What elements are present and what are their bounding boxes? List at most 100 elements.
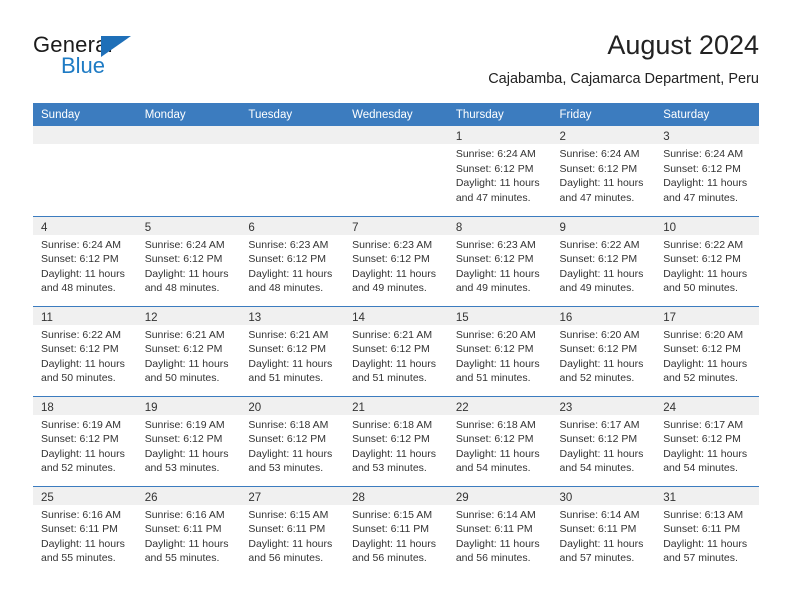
daylight-text-line2: and 55 minutes. bbox=[144, 552, 220, 564]
daylight-text-line1: Daylight: 11 hours bbox=[455, 357, 540, 370]
sunrise-text: Sunrise: 6:20 AM bbox=[559, 328, 640, 341]
daylight-text-line1: Daylight: 11 hours bbox=[248, 267, 333, 280]
daylight-text-line1: Daylight: 11 hours bbox=[559, 177, 644, 189]
daylight-text-line2: and 49 minutes. bbox=[559, 282, 635, 294]
day-cell[interactable]: 21 Sunrise: 6:18 AM Sunset: 6:12 PM Dayligh… bbox=[344, 395, 448, 486]
day-cell[interactable]: 18 Sunrise: 6:19 AM Sunset: 6:12 PM Dayligh… bbox=[33, 395, 137, 486]
calendar-week-row: 11 Sunrise: 6:22 AM Sunset: 6:12 PM Dayligh… bbox=[33, 305, 759, 396]
general-blue-logo[interactable]: General Blue bbox=[33, 32, 213, 88]
day-cell[interactable]: 15 Sunrise: 6:20 AM Sunset: 6:12 PM Dayligh… bbox=[447, 305, 552, 396]
sunrise-text: Sunrise: 6:17 AM bbox=[663, 418, 744, 431]
calendar-page: General Blue August 2024 Cajabamba, Caja… bbox=[0, 0, 792, 612]
sunset-text: Sunset: 6:12 PM bbox=[352, 253, 430, 265]
day-number: 5 bbox=[144, 221, 152, 234]
daylight-text-line1: Daylight: 11 hours bbox=[663, 267, 748, 280]
day-cell[interactable] bbox=[344, 126, 448, 216]
sunset-text: Sunset: 6:12 PM bbox=[248, 253, 327, 265]
day-cell[interactable]: 17 Sunrise: 6:20 AM Sunset: 6:12 PM Dayligh… bbox=[655, 305, 759, 396]
sunset-text: Sunset: 6:12 PM bbox=[144, 253, 223, 265]
daylight-text-line2: and 53 minutes. bbox=[144, 462, 220, 474]
daylight-text-line1: Daylight: 11 hours bbox=[248, 447, 333, 460]
day-number: 29 bbox=[455, 491, 469, 504]
blue-triangle-icon bbox=[101, 36, 131, 57]
day-number: 28 bbox=[352, 491, 365, 504]
day-cell[interactable]: 16 Sunrise: 6:20 AM Sunset: 6:12 PM Dayligh… bbox=[551, 305, 656, 396]
day-cell[interactable] bbox=[136, 126, 241, 216]
sunrise-text: Sunrise: 6:20 AM bbox=[663, 328, 744, 341]
day-cell[interactable]: 12 Sunrise: 6:21 AM Sunset: 6:12 PM Dayligh… bbox=[136, 305, 241, 396]
day-cell[interactable] bbox=[240, 126, 345, 216]
daylight-text-line1: Daylight: 11 hours bbox=[455, 537, 540, 550]
sunset-text: Sunset: 6:12 PM bbox=[559, 433, 638, 445]
day-cell[interactable]: 14 Sunrise: 6:21 AM Sunset: 6:12 PM Dayligh… bbox=[344, 305, 448, 396]
sunrise-text: Sunrise: 6:24 AM bbox=[663, 148, 744, 160]
sunrise-text: Sunrise: 6:19 AM bbox=[144, 418, 225, 431]
daylight-text-line2: and 57 minutes. bbox=[663, 552, 738, 564]
day-cell[interactable]: 13 Sunrise: 6:21 AM Sunset: 6:12 PM Dayligh… bbox=[240, 305, 345, 396]
weekday-header-tuesday: Tuesday bbox=[240, 103, 345, 126]
daylight-text-line1: Daylight: 11 hours bbox=[663, 537, 748, 550]
sunset-text: Sunset: 6:12 PM bbox=[41, 253, 119, 265]
day-cell[interactable]: 31 Sunrise: 6:13 AM Sunset: 6:11 PM Dayligh… bbox=[655, 485, 759, 576]
day-cell[interactable]: 1 Sunrise: 6:24 AM Sunset: 6:12 PM Daylight… bbox=[447, 126, 552, 216]
day-number: 31 bbox=[663, 491, 677, 504]
day-number: 17 bbox=[663, 311, 677, 324]
daylight-text-line1: Daylight: 11 hours bbox=[455, 177, 540, 189]
day-cell[interactable]: 8 Sunrise: 6:23 AM Sunset: 6:12 PM Daylight… bbox=[447, 215, 552, 306]
day-cell[interactable]: 30 Sunrise: 6:14 AM Sunset: 6:11 PM Dayligh… bbox=[551, 485, 656, 576]
daylight-text-line1: Daylight: 11 hours bbox=[559, 357, 644, 370]
day-cell[interactable]: 23 Sunrise: 6:17 AM Sunset: 6:12 PM Dayligh… bbox=[551, 395, 656, 486]
day-cell[interactable]: 22 Sunrise: 6:18 AM Sunset: 6:12 PM Dayligh… bbox=[447, 395, 552, 486]
day-cell[interactable]: 10 Sunrise: 6:22 AM Sunset: 6:12 PM Dayligh… bbox=[655, 215, 759, 306]
logo-text-blue: Blue bbox=[61, 53, 106, 78]
daylight-text-line1: Daylight: 11 hours bbox=[663, 447, 748, 460]
day-number: 22 bbox=[455, 401, 469, 414]
sunrise-text: Sunrise: 6:24 AM bbox=[144, 238, 225, 251]
sunset-text: Sunset: 6:12 PM bbox=[455, 253, 534, 265]
day-cell[interactable]: 9 Sunrise: 6:22 AM Sunset: 6:12 PM Daylight… bbox=[551, 215, 656, 306]
daylight-text-line1: Daylight: 11 hours bbox=[352, 267, 436, 280]
day-cell[interactable]: 2 Sunrise: 6:24 AM Sunset: 6:12 PM Daylight… bbox=[551, 126, 656, 216]
day-number: 6 bbox=[248, 221, 255, 234]
calendar-week-row: 25 Sunrise: 6:16 AM Sunset: 6:11 PM Dayligh… bbox=[33, 485, 759, 576]
sunset-text: Sunset: 6:12 PM bbox=[144, 343, 223, 355]
sunset-text: Sunset: 6:12 PM bbox=[455, 433, 534, 445]
day-number: 20 bbox=[248, 401, 262, 414]
sunset-text: Sunset: 6:11 PM bbox=[455, 523, 533, 535]
daylight-text-line2: and 55 minutes. bbox=[41, 552, 116, 564]
day-cell[interactable]: 27 Sunrise: 6:15 AM Sunset: 6:11 PM Dayligh… bbox=[240, 485, 345, 576]
sunset-text: Sunset: 6:11 PM bbox=[248, 523, 326, 535]
day-cell[interactable]: 6 Sunrise: 6:23 AM Sunset: 6:12 PM Daylight… bbox=[240, 215, 345, 306]
calendar-week-row: 4 Sunrise: 6:24 AM Sunset: 6:12 PM Daylight… bbox=[33, 215, 759, 306]
day-number: 19 bbox=[144, 401, 158, 414]
daylight-text-line2: and 48 minutes. bbox=[144, 282, 220, 294]
day-cell[interactable]: 3 Sunrise: 6:24 AM Sunset: 6:12 PM Daylight… bbox=[655, 126, 759, 216]
daylight-text-line1: Daylight: 11 hours bbox=[41, 357, 125, 370]
weekday-header-wednesday: Wednesday bbox=[344, 103, 448, 126]
day-cell[interactable]: 28 Sunrise: 6:15 AM Sunset: 6:11 PM Dayligh… bbox=[344, 485, 448, 576]
day-cell[interactable]: 29 Sunrise: 6:14 AM Sunset: 6:11 PM Dayligh… bbox=[447, 485, 552, 576]
day-cell[interactable]: 20 Sunrise: 6:18 AM Sunset: 6:12 PM Dayligh… bbox=[240, 395, 345, 486]
daylight-text-line1: Daylight: 11 hours bbox=[352, 357, 436, 370]
day-cell[interactable] bbox=[33, 126, 137, 216]
day-cell[interactable]: 19 Sunrise: 6:19 AM Sunset: 6:12 PM Dayligh… bbox=[136, 395, 241, 486]
day-cell[interactable]: 24 Sunrise: 6:17 AM Sunset: 6:12 PM Dayligh… bbox=[655, 395, 759, 486]
day-cell[interactable]: 5 Sunrise: 6:24 AM Sunset: 6:12 PM Daylight… bbox=[136, 215, 241, 306]
sunrise-text: Sunrise: 6:18 AM bbox=[248, 418, 329, 431]
day-number: 12 bbox=[144, 311, 158, 324]
sunrise-text: Sunrise: 6:24 AM bbox=[455, 148, 536, 160]
sunset-text: Sunset: 6:12 PM bbox=[352, 343, 430, 355]
daylight-text-line2: and 56 minutes. bbox=[352, 552, 427, 564]
daylight-text-line2: and 51 minutes. bbox=[248, 372, 324, 384]
day-number: 14 bbox=[352, 311, 365, 324]
day-cell[interactable]: 7 Sunrise: 6:23 AM Sunset: 6:12 PM Daylight… bbox=[344, 215, 448, 306]
day-cell[interactable]: 11 Sunrise: 6:22 AM Sunset: 6:12 PM Dayligh… bbox=[33, 305, 137, 396]
day-number: 18 bbox=[41, 401, 54, 414]
day-cell[interactable]: 26 Sunrise: 6:16 AM Sunset: 6:11 PM Dayligh… bbox=[136, 485, 241, 576]
day-cell[interactable]: 4 Sunrise: 6:24 AM Sunset: 6:12 PM Daylight… bbox=[33, 215, 137, 306]
sunset-text: Sunset: 6:12 PM bbox=[455, 343, 534, 355]
calendar-header-row: Sunday Monday Tuesday Wednesday Thursday… bbox=[33, 103, 759, 126]
daylight-text-line1: Daylight: 11 hours bbox=[248, 357, 333, 370]
sunrise-text: Sunrise: 6:23 AM bbox=[455, 238, 536, 251]
day-cell[interactable]: 25 Sunrise: 6:16 AM Sunset: 6:11 PM Dayligh… bbox=[33, 485, 137, 576]
